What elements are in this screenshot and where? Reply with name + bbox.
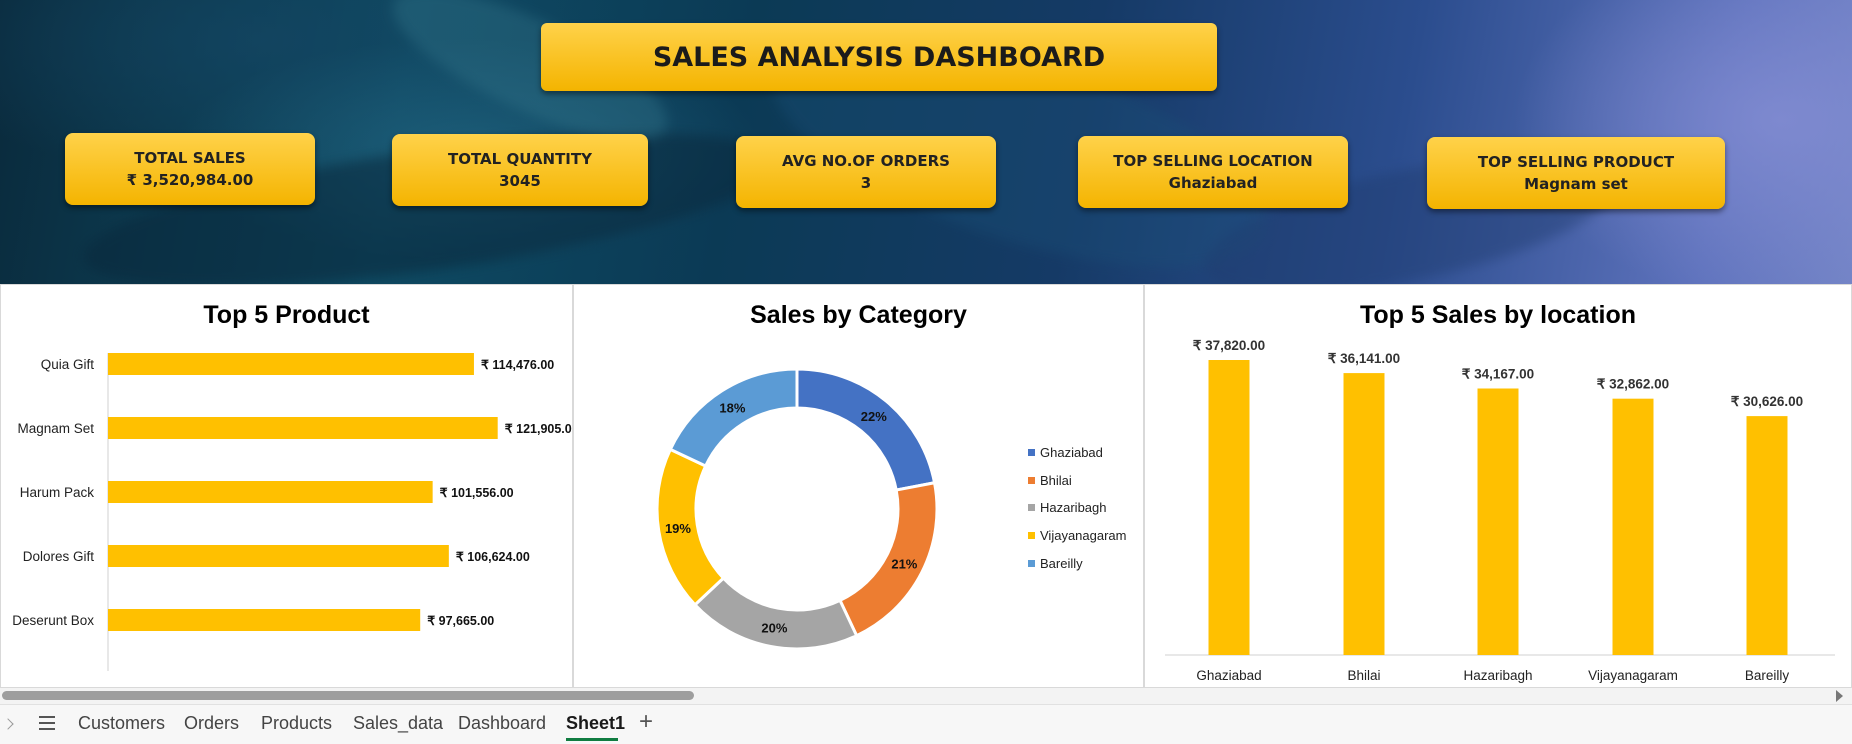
category-label: Bhilai [1347,668,1380,683]
bar [108,609,421,631]
legend-swatch [1028,504,1035,511]
kpi-label: TOP SELLING PRODUCT [1477,153,1675,171]
donut-slice [692,576,859,651]
kpi-value: ₹ 3,520,984.00 [126,171,254,189]
data-label: ₹ 37,820.00 [1193,338,1265,353]
sheet-tab-sales-data[interactable]: Sales_data [353,713,443,734]
data-label: ₹ 34,167.00 [1462,366,1534,381]
top-locations-chart: ₹ 37,820.00 Ghaziabad ₹ 36,141.00 Bhilai ₹ 3… [1165,338,1835,683]
legend-swatch [1028,560,1035,567]
kpi-total-sales: TOTAL SALES ₹ 3,520,984.00 [65,133,315,205]
bar [108,417,498,439]
sheet-tab-customers[interactable]: Customers [78,713,165,734]
sales-by-category-chart: 22% 21% 20% 19% 18% Ghaziabad Bhilai Hazaribagh… [655,367,1126,651]
kpi-value: Ghaziabad [1168,174,1258,192]
kpi-value: Magnam set [1524,175,1628,193]
kpi-label: TOTAL QUANTITY [448,150,592,168]
bar [108,545,449,567]
legend-label: Hazaribagh [1040,500,1107,515]
data-label: ₹ 32,862.00 [1597,377,1669,392]
top-products-panel[interactable]: Top 5 Product Quia Gift ₹ 114,476.00 Magna… [0,284,573,688]
dashboard-title: SALES ANALYSIS DASHBOARD [652,41,1106,73]
all-sheets-menu-icon[interactable] [39,716,55,730]
kpi-avg-orders: AVG NO.OF ORDERS 3 [736,136,996,208]
scroll-right-arrow-icon[interactable] [1836,690,1843,702]
donut-slice [838,481,939,638]
bar [1343,373,1385,655]
data-label: ₹ 114,476.00 [481,358,554,372]
category-label: Deserunt Box [12,613,94,628]
sheet-tab-bar: Customers Orders Products Sales_data Das… [0,704,1852,744]
bar [108,481,433,503]
kpi-value: 3 [860,174,872,192]
data-label: ₹ 97,665.00 [427,614,494,628]
active-tab-underline [566,738,618,741]
data-label: ₹ 30,626.00 [1731,394,1803,409]
donut-slice [795,367,937,492]
category-label: Hazaribagh [1463,668,1532,683]
category-label: Ghaziabad [1196,668,1261,683]
bar [1477,388,1519,655]
sales-by-category-panel[interactable]: Sales by Category 22% 21% 20% 19% 18% Ghaziab… [573,284,1144,688]
sheet-nav-chevron-icon[interactable] [2,718,14,730]
legend-swatch [1028,449,1035,456]
top-locations-panel[interactable]: Top 5 Sales by location ₹ 37,820.00 Ghazi… [1144,284,1852,688]
sheet-tab-products[interactable]: Products [261,713,332,734]
bar [1746,416,1788,655]
kpi-label: AVG NO.OF ORDERS [782,152,950,170]
legend-label: Vijayanagaram [1040,528,1126,543]
slice-label: 18% [719,400,745,415]
slice-label: 22% [861,409,887,424]
category-label: Dolores Gift [23,549,95,564]
category-label: Vijayanagaram [1588,668,1678,683]
scrollbar-thumb[interactable] [2,691,694,700]
data-label: ₹ 101,556.00 [440,486,514,500]
dashboard-title-box: SALES ANALYSIS DASHBOARD [541,23,1217,91]
legend-swatch [1028,477,1035,484]
donut-slice [668,367,799,468]
data-label: ₹ 121,905.00 [505,422,572,436]
sheet-tab-orders[interactable]: Orders [184,713,239,734]
kpi-value: 3045 [499,172,541,190]
bar [1612,398,1654,655]
legend-label: Ghaziabad [1040,445,1103,460]
data-label: ₹ 36,141.00 [1328,351,1400,366]
data-label: ₹ 106,624.00 [456,550,530,564]
bar [1208,360,1250,655]
legend-label: Bhilai [1040,473,1072,488]
kpi-top-product: TOP SELLING PRODUCT Magnam set [1427,137,1725,209]
category-label: Quia Gift [41,357,95,372]
legend-label: Bareilly [1040,556,1083,571]
kpi-total-quantity: TOTAL QUANTITY 3045 [392,134,648,206]
sheet-tab-dashboard[interactable]: Dashboard [458,713,546,734]
kpi-top-location: TOP SELLING LOCATION Ghaziabad [1078,136,1348,208]
category-label: Magnam Set [17,421,94,436]
kpi-label: TOTAL SALES [134,149,246,167]
legend-swatch [1028,532,1035,539]
slice-label: 19% [665,521,691,536]
kpi-label: TOP SELLING LOCATION [1113,152,1313,170]
bar [108,353,474,375]
top-products-chart: Quia Gift ₹ 114,476.00 Magnam Set ₹ 121,905… [12,353,572,671]
add-sheet-icon[interactable]: + [639,708,653,736]
sheet-tab-sheet1[interactable]: Sheet1 [566,713,625,734]
category-label: Bareilly [1745,668,1790,683]
category-label: Harum Pack [20,485,95,500]
slice-label: 20% [761,620,787,635]
slice-label: 21% [891,557,917,572]
